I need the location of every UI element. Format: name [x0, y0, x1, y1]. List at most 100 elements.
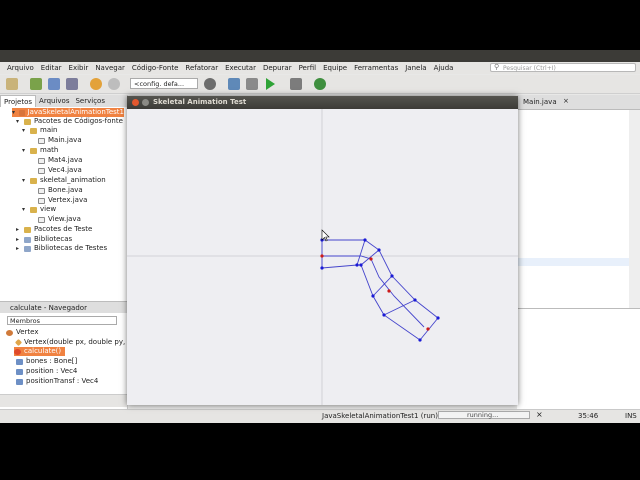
- window-close-icon[interactable]: [132, 99, 139, 106]
- undo-icon[interactable]: [90, 78, 102, 90]
- mouse-cursor-icon: [321, 229, 330, 242]
- animation-canvas[interactable]: [127, 109, 518, 405]
- stop-progress-icon[interactable]: ×: [536, 410, 543, 419]
- run-icon[interactable]: [266, 78, 275, 90]
- debug-icon[interactable]: [290, 78, 302, 90]
- new-file-icon[interactable]: [6, 78, 18, 90]
- menu-executar[interactable]: Executar: [225, 64, 256, 72]
- tree-bone[interactable]: Bone.java: [38, 186, 83, 195]
- status-run-label: JavaSkeletalAnimationTest1 (run): [322, 412, 438, 420]
- package-icon: [30, 206, 37, 213]
- menu-perfil[interactable]: Perfil: [299, 64, 317, 72]
- nav-vertex-class[interactable]: Vertex: [6, 328, 39, 337]
- menu-arquivo[interactable]: Arquivo: [7, 64, 34, 72]
- expand-icon[interactable]: ▾: [12, 108, 16, 117]
- vertex-dot: [390, 274, 394, 278]
- tree-vertex[interactable]: Vertex.java: [38, 196, 87, 205]
- tree-libraries[interactable]: ▸ Bibliotecas: [16, 235, 72, 244]
- tab-main-java[interactable]: Main.java: [523, 98, 557, 106]
- search-input[interactable]: Pesquisar (Ctrl+I): [490, 63, 636, 72]
- tree-test-packages[interactable]: ▸ Pacotes de Teste: [16, 225, 92, 234]
- navigator-toolbar: [0, 394, 127, 407]
- new-project-icon[interactable]: [30, 78, 42, 90]
- expand-icon[interactable]: ▾: [16, 117, 21, 126]
- menu-navegar[interactable]: Navegar: [95, 64, 125, 72]
- config-select[interactable]: <config. defa...: [130, 78, 198, 89]
- mesh-lines: [321, 239, 439, 341]
- field-icon: [16, 368, 23, 375]
- mesh-bottom-edge: [321, 264, 421, 341]
- close-icon[interactable]: ×: [563, 97, 569, 105]
- nav-vertex-class-label: Vertex: [16, 328, 39, 336]
- expand-icon[interactable]: ▾: [22, 146, 27, 155]
- system-top-strip: [0, 50, 640, 62]
- editor-scrollbar[interactable]: [629, 110, 640, 308]
- collapsed-icon[interactable]: ▸: [16, 235, 21, 244]
- tree-pkg-math[interactable]: ▾ math: [22, 146, 58, 155]
- tab-servicos[interactable]: Serviços: [72, 95, 108, 107]
- tree-main-java[interactable]: Main.java: [38, 136, 82, 145]
- tree-libraries-label: Bibliotecas: [34, 235, 73, 243]
- collapsed-icon[interactable]: ▸: [16, 244, 21, 253]
- tree-vec4[interactable]: Vec4.java: [38, 166, 82, 175]
- tree-mat4[interactable]: Mat4.java: [38, 156, 82, 165]
- collapsed-icon[interactable]: ▸: [16, 225, 21, 234]
- globe-icon[interactable]: [204, 78, 216, 90]
- tree-pkg-view-label: view: [40, 205, 57, 213]
- tree-view-java[interactable]: View.java: [38, 215, 81, 224]
- nav-constructor[interactable]: Vertex(double px, double py, B: [14, 338, 133, 347]
- members-filter-select[interactable]: Membros: [7, 316, 117, 325]
- progress-bar: running...: [438, 411, 530, 419]
- nav-position[interactable]: position : Vec4: [16, 367, 77, 376]
- nav-bones[interactable]: bones : Bone[]: [16, 357, 77, 366]
- expand-icon[interactable]: ▾: [22, 176, 27, 185]
- tree-vertex-label: Vertex.java: [48, 196, 88, 204]
- menu-ajuda[interactable]: Ajuda: [434, 64, 454, 72]
- class-icon: [6, 329, 13, 336]
- expand-icon[interactable]: ▾: [22, 126, 27, 135]
- nav-position-transf[interactable]: positionTransf : Vec4: [16, 377, 98, 386]
- status-bar: JavaSkeletalAnimationTest1 (run) 35:46 I…: [0, 409, 640, 424]
- tree-project[interactable]: ▾ JavaSkeletalAnimationTest1: [12, 108, 124, 117]
- tree-pkg-view[interactable]: ▾ view: [22, 205, 56, 214]
- tree-view-java-label: View.java: [48, 215, 81, 223]
- vertex-dot: [413, 298, 417, 302]
- menu-depurar[interactable]: Depurar: [263, 64, 292, 72]
- open-project-icon[interactable]: [48, 78, 60, 90]
- window-minimize-icon[interactable]: [142, 99, 149, 106]
- tree-vec4-label: Vec4.java: [48, 166, 82, 174]
- menu-janela[interactable]: Janela: [405, 64, 426, 72]
- menu-ferramentas[interactable]: Ferramentas: [354, 64, 398, 72]
- menu-equipe[interactable]: Equipe: [323, 64, 347, 72]
- tree-pkg-main[interactable]: ▾ main: [22, 126, 58, 135]
- current-line-highlight: [517, 258, 629, 266]
- menu-editar[interactable]: Editar: [41, 64, 62, 72]
- menu-refatorar[interactable]: Refatorar: [185, 64, 218, 72]
- clean-build-icon[interactable]: [246, 78, 258, 90]
- tab-projetos[interactable]: Projetos: [0, 95, 37, 107]
- vertex-dot: [382, 313, 386, 317]
- code-editor[interactable]: [517, 110, 629, 308]
- tree-test-libraries[interactable]: ▸ Bibliotecas de Testes: [16, 244, 107, 253]
- nav-position-transf-label: positionTransf : Vec4: [26, 377, 99, 385]
- app-window-titlebar[interactable]: Skeletal Animation Test: [127, 96, 518, 109]
- nav-bones-label: bones : Bone[]: [26, 357, 78, 365]
- tab-arquivos[interactable]: Arquivos: [36, 95, 72, 107]
- redo-icon[interactable]: [108, 78, 120, 90]
- menu-codigo-fonte[interactable]: Código-Fonte: [132, 64, 179, 72]
- vertex-dot: [359, 263, 363, 267]
- nav-calculate[interactable]: calculate(): [14, 347, 66, 356]
- menu-exibir[interactable]: Exibir: [69, 64, 89, 72]
- save-all-icon[interactable]: [66, 78, 78, 90]
- expand-icon[interactable]: ▾: [22, 205, 27, 214]
- vertex-dot: [436, 316, 440, 320]
- package-folder-icon: [24, 118, 31, 125]
- nav-constructor-label: Vertex(double px, double py, B: [24, 338, 133, 346]
- tree-pkg-math-label: math: [40, 146, 59, 154]
- profile-icon[interactable]: [314, 78, 326, 90]
- tree-pkg-skeletal[interactable]: ▾ skeletal_animation: [22, 176, 106, 185]
- tree-sources[interactable]: ▾ Pacotes de Códigos-fonte: [16, 117, 123, 126]
- toolbar: [0, 75, 640, 94]
- tree-test-libraries-label: Bibliotecas de Testes: [34, 244, 108, 252]
- build-icon[interactable]: [228, 78, 240, 90]
